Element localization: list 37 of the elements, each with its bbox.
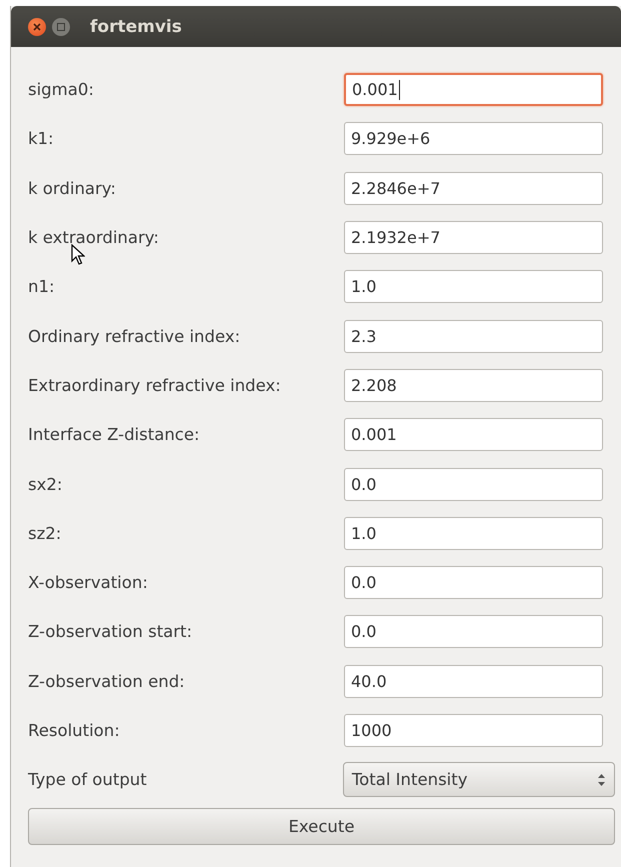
field-label: Ordinary refractive index:: [28, 326, 242, 346]
input-field[interactable]: 40.0: [344, 664, 603, 698]
input-field[interactable]: 2.2846e+7: [344, 172, 603, 205]
spinner-arrows-icon: [597, 772, 606, 788]
input-field[interactable]: 1.0: [344, 516, 603, 550]
input-field[interactable]: 9.929e+6: [344, 122, 603, 156]
input-field[interactable]: 0.001: [344, 73, 603, 106]
input-field[interactable]: 2.1932e+7: [344, 221, 603, 254]
field-label: Resolution:: [28, 721, 121, 740]
input-field[interactable]: 1000: [344, 714, 603, 747]
field-label: sz2:: [28, 524, 62, 543]
close-icon: [33, 22, 41, 30]
field-label: Z-observation start:: [28, 622, 194, 642]
field-label: Extraordinary refractive index:: [28, 376, 282, 395]
field-label: X-observation:: [28, 573, 149, 592]
output-type-dropdown[interactable]: Total Intensity: [342, 762, 615, 798]
minimize-button[interactable]: [52, 18, 70, 36]
input-field[interactable]: 0.0: [344, 566, 603, 600]
field-label: sx2:: [28, 474, 64, 494]
field-label: sigma0:: [28, 80, 95, 100]
input-field[interactable]: 0.0: [344, 615, 603, 648]
close-button[interactable]: [28, 18, 46, 36]
input-field[interactable]: 2.208: [344, 368, 603, 402]
input-field[interactable]: 0.0: [344, 468, 603, 501]
input-field[interactable]: 0.001: [344, 418, 603, 452]
window-title: fortemvis: [90, 16, 182, 36]
field-label: Z-observation end:: [28, 672, 186, 691]
field-label: k1:: [28, 129, 55, 148]
square-icon: [57, 22, 65, 30]
field-label: k ordinary:: [28, 178, 117, 198]
field-label: k extraordinary:: [28, 228, 160, 248]
execute-button[interactable]: Execute: [28, 808, 615, 846]
field-label: n1:: [28, 277, 56, 296]
field-label: Type of output: [28, 770, 148, 790]
input-field[interactable]: 1.0: [344, 270, 603, 304]
input-field[interactable]: 2.3: [344, 320, 603, 353]
field-label: Interface Z-distance:: [28, 425, 201, 444]
